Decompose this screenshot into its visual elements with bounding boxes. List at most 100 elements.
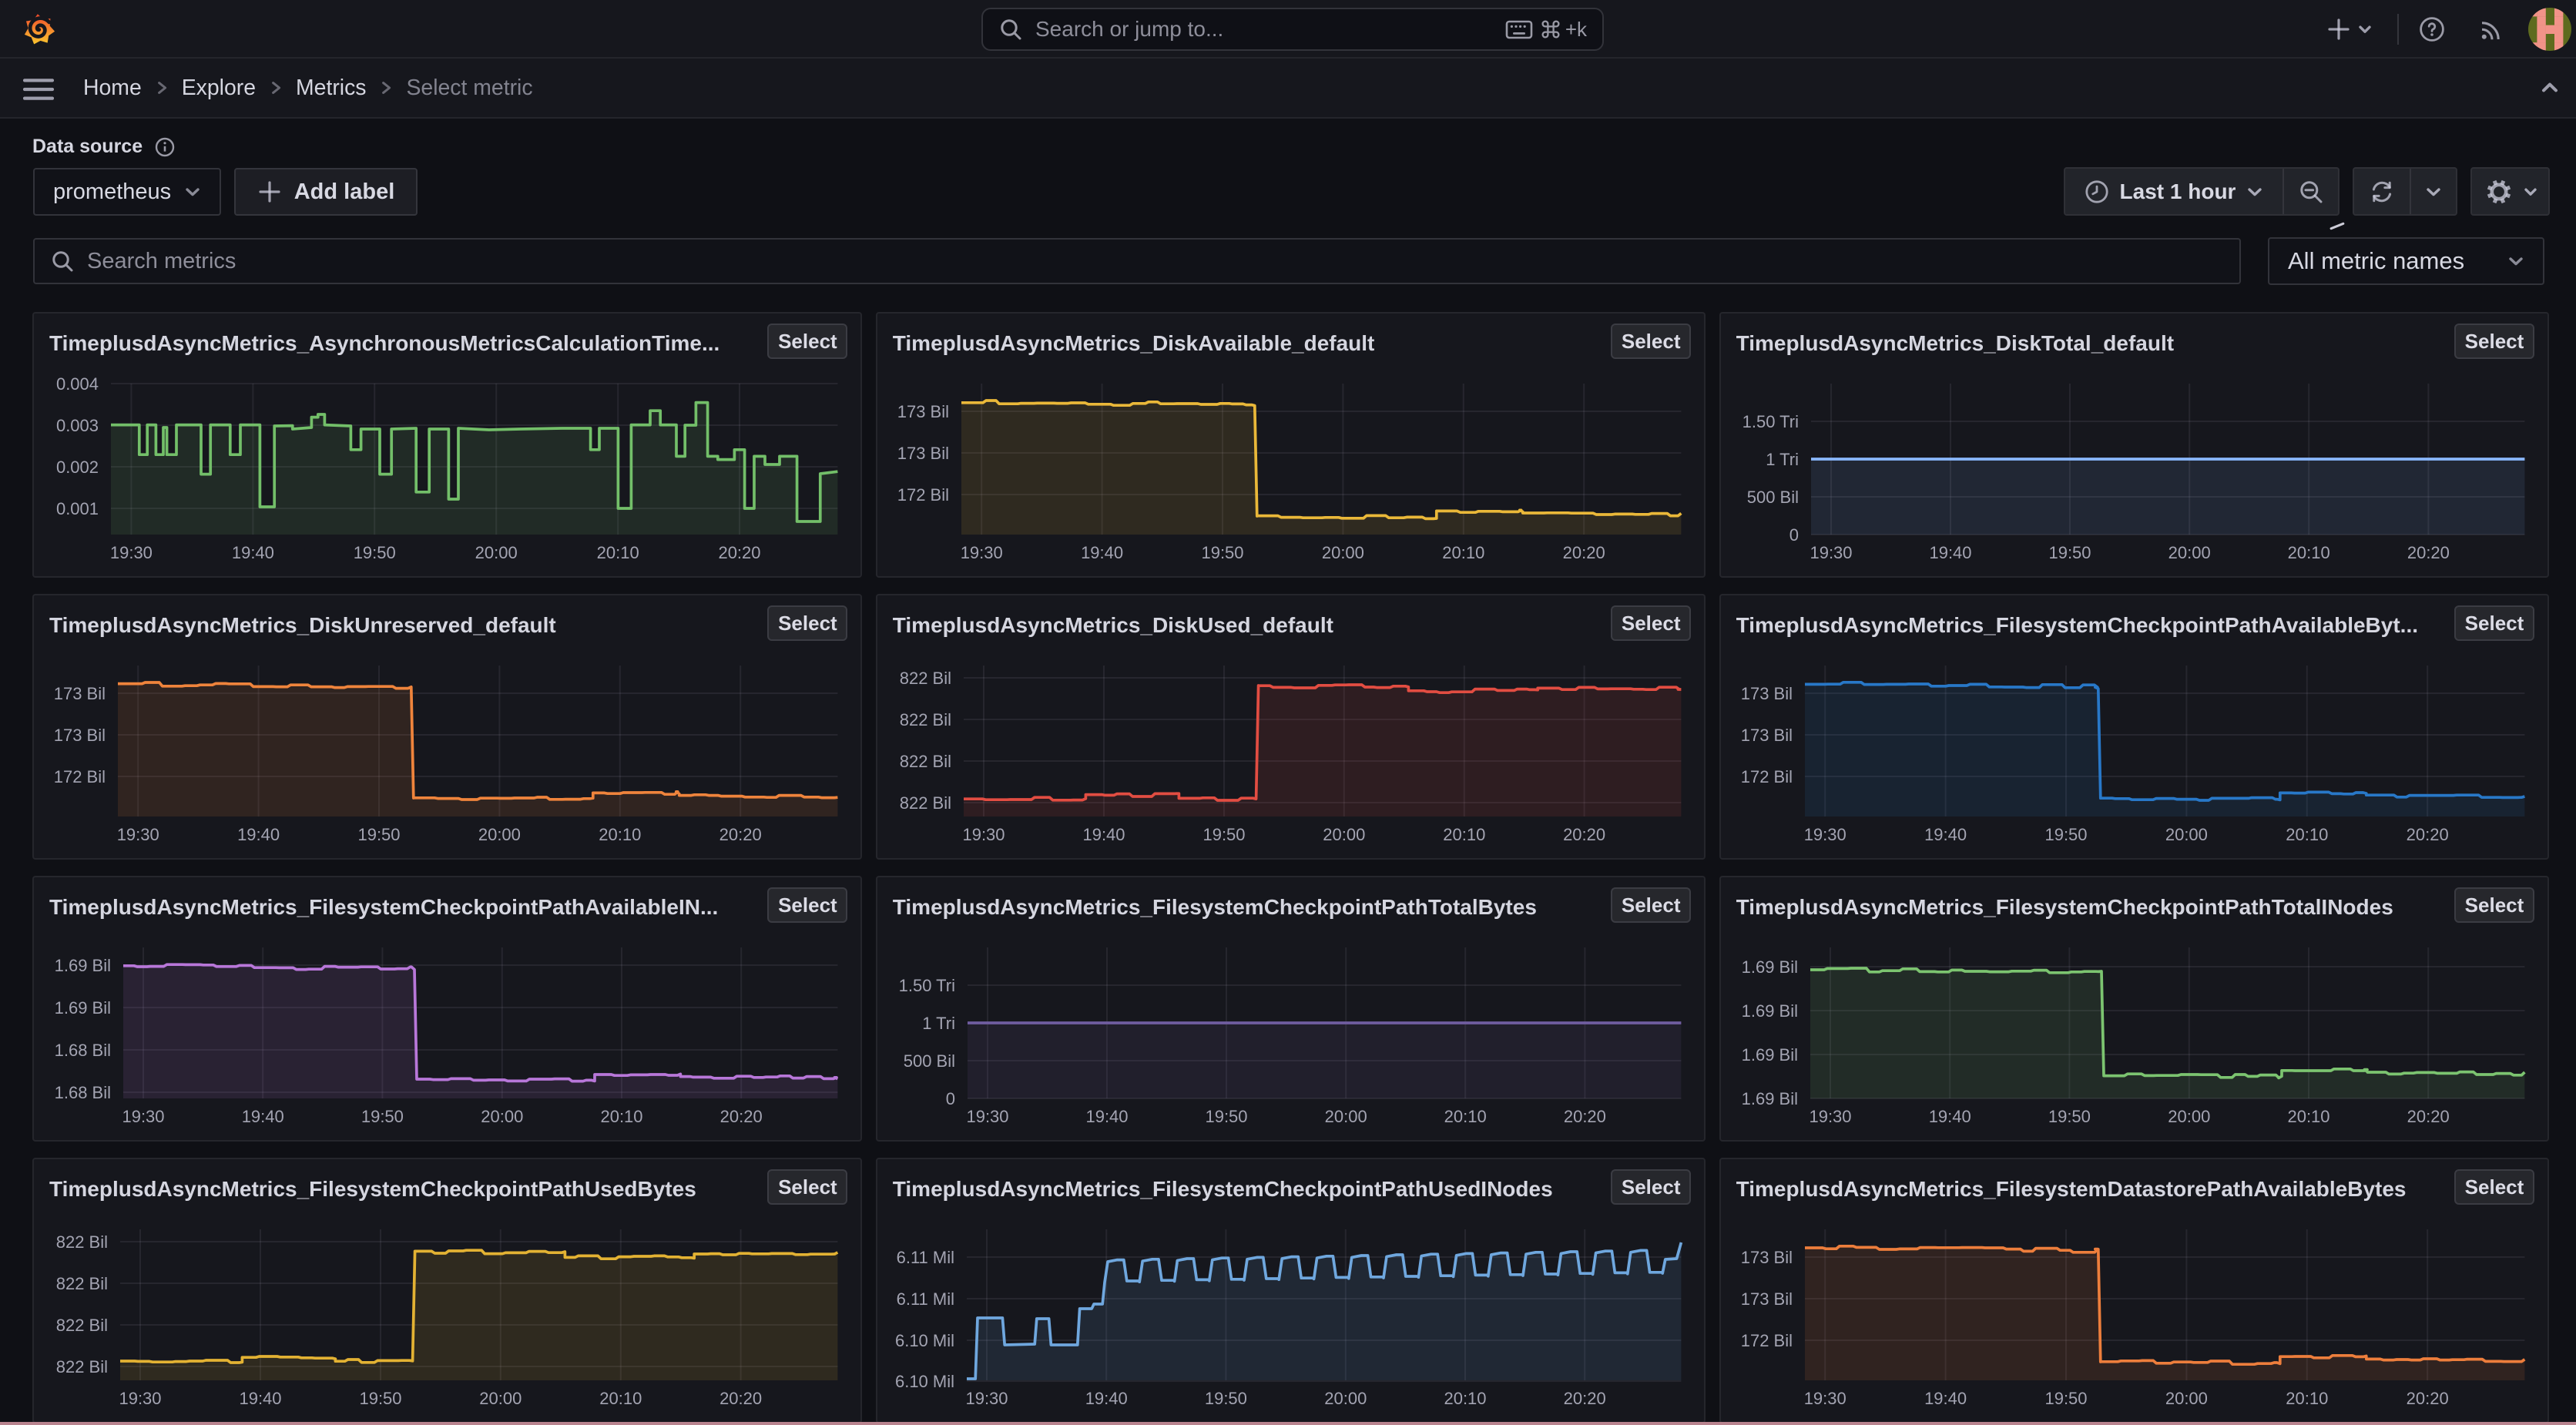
svg-text:20:20: 20:20 (1563, 1389, 1605, 1408)
svg-text:20:00: 20:00 (2165, 1389, 2207, 1408)
svg-text:19:40: 19:40 (1085, 1389, 1127, 1408)
svg-text:0.003: 0.003 (56, 416, 99, 435)
svg-text:19:50: 19:50 (2048, 543, 2091, 562)
svg-text:822 Bil: 822 Bil (900, 669, 951, 688)
svg-text:19:50: 19:50 (1201, 543, 1243, 562)
svg-text:173 Bil: 173 Bil (1740, 1289, 1792, 1309)
svg-text:20:00: 20:00 (1322, 543, 1364, 562)
svg-text:822 Bil: 822 Bil (900, 793, 951, 813)
svg-text:19:30: 19:30 (119, 1389, 161, 1408)
svg-text:20:00: 20:00 (475, 543, 518, 562)
svg-text:19:30: 19:30 (1803, 1389, 1846, 1408)
svg-text:172 Bil: 172 Bil (1740, 1331, 1792, 1350)
svg-text:19:30: 19:30 (965, 1389, 1008, 1408)
svg-text:19:30: 19:30 (966, 1107, 1008, 1126)
svg-text:20:10: 20:10 (600, 1107, 642, 1126)
svg-text:1.69 Bil: 1.69 Bil (1741, 1045, 1797, 1065)
svg-text:19:30: 19:30 (1803, 825, 1846, 844)
svg-text:173 Bil: 173 Bil (1740, 1248, 1792, 1267)
svg-text:172 Bil: 172 Bil (54, 767, 106, 786)
svg-text:0.002: 0.002 (56, 458, 99, 477)
svg-text:20:00: 20:00 (2165, 825, 2207, 844)
svg-text:20:10: 20:10 (1444, 1107, 1486, 1126)
svg-text:6.10 Mil: 6.10 Mil (895, 1331, 954, 1350)
svg-text:1.69 Bil: 1.69 Bil (1741, 1001, 1797, 1021)
svg-text:6.10 Mil: 6.10 Mil (895, 1372, 954, 1391)
svg-text:19:30: 19:30 (962, 825, 1005, 844)
svg-text:500 Bil: 500 Bil (1746, 488, 1798, 507)
svg-text:500 Bil: 500 Bil (904, 1051, 955, 1071)
svg-text:20:10: 20:10 (2287, 543, 2329, 562)
svg-text:20:00: 20:00 (1323, 825, 1365, 844)
svg-text:1.69 Bil: 1.69 Bil (55, 956, 111, 975)
svg-text:1.68 Bil: 1.68 Bil (55, 1083, 111, 1102)
svg-text:20:10: 20:10 (599, 1389, 642, 1408)
svg-text:20:00: 20:00 (2168, 543, 2210, 562)
svg-text:20:00: 20:00 (479, 1389, 522, 1408)
svg-text:20:10: 20:10 (1444, 1389, 1486, 1408)
svg-text:19:30: 19:30 (1809, 1107, 1851, 1126)
svg-text:19:30: 19:30 (960, 543, 1002, 562)
svg-text:19:50: 19:50 (2048, 1107, 2090, 1126)
svg-text:20:20: 20:20 (718, 543, 760, 562)
svg-text:19:40: 19:40 (1081, 543, 1123, 562)
svg-text:173 Bil: 173 Bil (54, 684, 106, 703)
svg-text:19:50: 19:50 (357, 825, 400, 844)
svg-text:1 Tri: 1 Tri (922, 1014, 955, 1033)
svg-text:19:50: 19:50 (2044, 1389, 2087, 1408)
svg-text:6.11 Mil: 6.11 Mil (896, 1289, 954, 1309)
svg-text:20:20: 20:20 (719, 825, 762, 844)
svg-text:19:50: 19:50 (1205, 1389, 1247, 1408)
svg-text:19:40: 19:40 (1924, 1389, 1967, 1408)
svg-text:19:40: 19:40 (1085, 1107, 1128, 1126)
svg-text:20:10: 20:10 (597, 543, 639, 562)
svg-text:20:20: 20:20 (720, 1107, 763, 1126)
svg-text:20:10: 20:10 (2287, 1107, 2329, 1126)
svg-text:19:50: 19:50 (1205, 1107, 1247, 1126)
svg-text:1.50 Tri: 1.50 Tri (1742, 412, 1798, 431)
svg-text:20:10: 20:10 (2286, 825, 2328, 844)
svg-text:19:30: 19:30 (110, 543, 153, 562)
svg-text:822 Bil: 822 Bil (900, 710, 951, 729)
svg-text:1.69 Bil: 1.69 Bil (55, 998, 111, 1018)
svg-text:173 Bil: 173 Bil (1740, 684, 1792, 703)
svg-text:0: 0 (946, 1089, 955, 1108)
svg-text:0: 0 (1789, 525, 1798, 545)
svg-text:1.68 Bil: 1.68 Bil (55, 1041, 111, 1060)
svg-text:20:20: 20:20 (1562, 543, 1605, 562)
svg-text:6.11 Mil: 6.11 Mil (896, 1248, 954, 1267)
svg-text:822 Bil: 822 Bil (900, 752, 951, 771)
svg-text:19:40: 19:40 (1929, 543, 1971, 562)
svg-text:172 Bil: 172 Bil (1740, 767, 1792, 786)
svg-text:19:50: 19:50 (1202, 825, 1245, 844)
svg-text:0.004: 0.004 (56, 374, 99, 394)
svg-text:19:40: 19:40 (239, 1389, 281, 1408)
svg-text:20:00: 20:00 (2168, 1107, 2210, 1126)
svg-text:19:30: 19:30 (1810, 543, 1852, 562)
svg-text:173 Bil: 173 Bil (897, 444, 949, 463)
svg-text:19:30: 19:30 (122, 1107, 164, 1126)
svg-text:822 Bil: 822 Bil (56, 1316, 108, 1335)
svg-text:19:40: 19:40 (1928, 1107, 1971, 1126)
svg-text:20:20: 20:20 (2406, 1389, 2448, 1408)
svg-text:20:10: 20:10 (1442, 543, 1484, 562)
svg-text:20:10: 20:10 (1443, 825, 1485, 844)
svg-text:19:40: 19:40 (1924, 825, 1967, 844)
svg-text:19:40: 19:40 (242, 1107, 284, 1126)
svg-text:0.001: 0.001 (56, 499, 99, 518)
svg-text:20:20: 20:20 (2407, 1107, 2449, 1126)
svg-text:20:00: 20:00 (478, 825, 521, 844)
svg-text:1.50 Tri: 1.50 Tri (898, 976, 954, 995)
svg-text:173 Bil: 173 Bil (1740, 726, 1792, 745)
svg-text:20:20: 20:20 (2406, 825, 2448, 844)
svg-text:19:30: 19:30 (117, 825, 159, 844)
svg-text:19:40: 19:40 (237, 825, 280, 844)
svg-text:20:10: 20:10 (599, 825, 641, 844)
svg-text:19:50: 19:50 (2044, 825, 2087, 844)
svg-text:173 Bil: 173 Bil (897, 402, 949, 421)
svg-text:19:50: 19:50 (354, 543, 396, 562)
svg-text:172 Bil: 172 Bil (897, 485, 949, 505)
svg-text:20:00: 20:00 (481, 1107, 523, 1126)
svg-text:19:50: 19:50 (359, 1389, 401, 1408)
svg-text:822 Bil: 822 Bil (56, 1357, 108, 1376)
